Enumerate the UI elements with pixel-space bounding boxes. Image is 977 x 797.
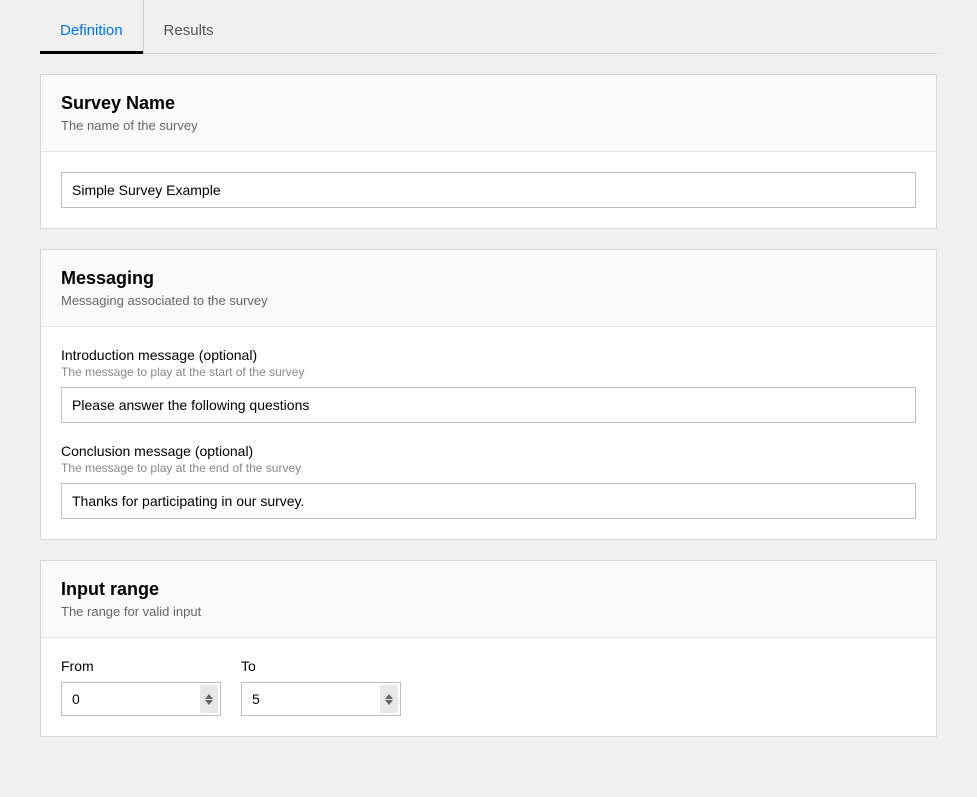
from-field: From [61, 658, 221, 716]
to-field: To [241, 658, 401, 716]
survey-name-title: Survey Name [61, 93, 916, 114]
to-stepper[interactable] [380, 685, 398, 713]
chevron-up-icon [385, 694, 393, 699]
conclusion-message-group: Conclusion message (optional) The messag… [61, 443, 916, 519]
messaging-card: Messaging Messaging associated to the su… [40, 249, 937, 540]
to-label: To [241, 658, 401, 674]
chevron-up-icon [205, 694, 213, 699]
conclusion-message-label: Conclusion message (optional) [61, 443, 916, 459]
input-range-title: Input range [61, 579, 916, 600]
survey-name-input[interactable] [61, 172, 916, 208]
messaging-title: Messaging [61, 268, 916, 289]
from-label: From [61, 658, 221, 674]
intro-message-group: Introduction message (optional) The mess… [61, 347, 916, 423]
tab-definition[interactable]: Definition [40, 0, 144, 53]
chevron-down-icon [385, 700, 393, 705]
messaging-subtitle: Messaging associated to the survey [61, 293, 916, 308]
intro-message-label: Introduction message (optional) [61, 347, 916, 363]
from-stepper[interactable] [200, 685, 218, 713]
survey-name-subtitle: The name of the survey [61, 118, 916, 133]
survey-name-card: Survey Name The name of the survey [40, 74, 937, 229]
intro-message-help: The message to play at the start of the … [61, 365, 916, 379]
messaging-header: Messaging Messaging associated to the su… [41, 250, 936, 327]
chevron-down-icon [205, 700, 213, 705]
from-input[interactable] [61, 682, 221, 716]
to-input[interactable] [241, 682, 401, 716]
tabs: Definition Results [40, 0, 937, 54]
input-range-subtitle: The range for valid input [61, 604, 916, 619]
input-range-header: Input range The range for valid input [41, 561, 936, 638]
survey-name-header: Survey Name The name of the survey [41, 75, 936, 152]
conclusion-message-help: The message to play at the end of the su… [61, 461, 916, 475]
intro-message-input[interactable] [61, 387, 916, 423]
conclusion-message-input[interactable] [61, 483, 916, 519]
input-range-card: Input range The range for valid input Fr… [40, 560, 937, 737]
tab-results[interactable]: Results [144, 0, 234, 53]
range-row: From To [61, 658, 916, 716]
